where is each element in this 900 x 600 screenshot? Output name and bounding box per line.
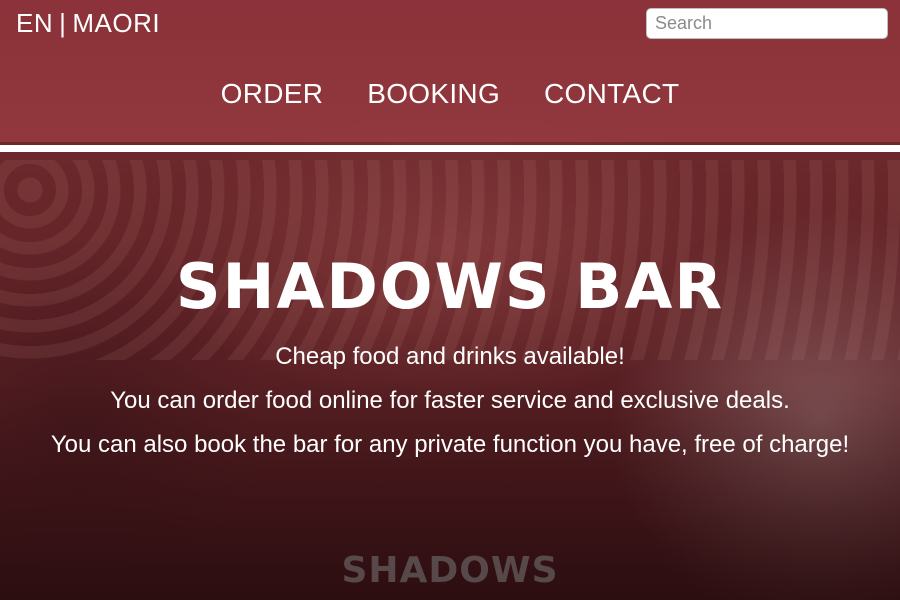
hero-line-booking: You can also book the bar for any privat…: [50, 431, 850, 458]
hero-section: SHADOWS BAR Cheap food and drinks availa…: [0, 250, 900, 460]
language-separator: |: [59, 8, 67, 38]
language-maori-link[interactable]: MAORI: [72, 8, 160, 38]
search-input[interactable]: [646, 8, 888, 39]
hero-line-order: You can order food online for faster ser…: [110, 387, 790, 414]
nav-contact[interactable]: CONTACT: [544, 78, 679, 110]
nav-order[interactable]: ORDER: [221, 78, 324, 110]
language-en-link[interactable]: EN: [16, 8, 53, 38]
nav-booking[interactable]: BOOKING: [367, 78, 500, 110]
main-nav: ORDER BOOKING CONTACT: [0, 78, 900, 110]
header-divider: [0, 145, 900, 152]
hero-line-food: Cheap food and drinks available!: [275, 343, 625, 370]
site-header: EN|MAORI ORDER BOOKING CONTACT: [0, 0, 900, 142]
page-title: SHADOWS BAR: [175, 250, 725, 323]
language-switch: EN | MAORI: [16, 8, 160, 39]
background-logo: SHADOWS: [341, 550, 559, 591]
